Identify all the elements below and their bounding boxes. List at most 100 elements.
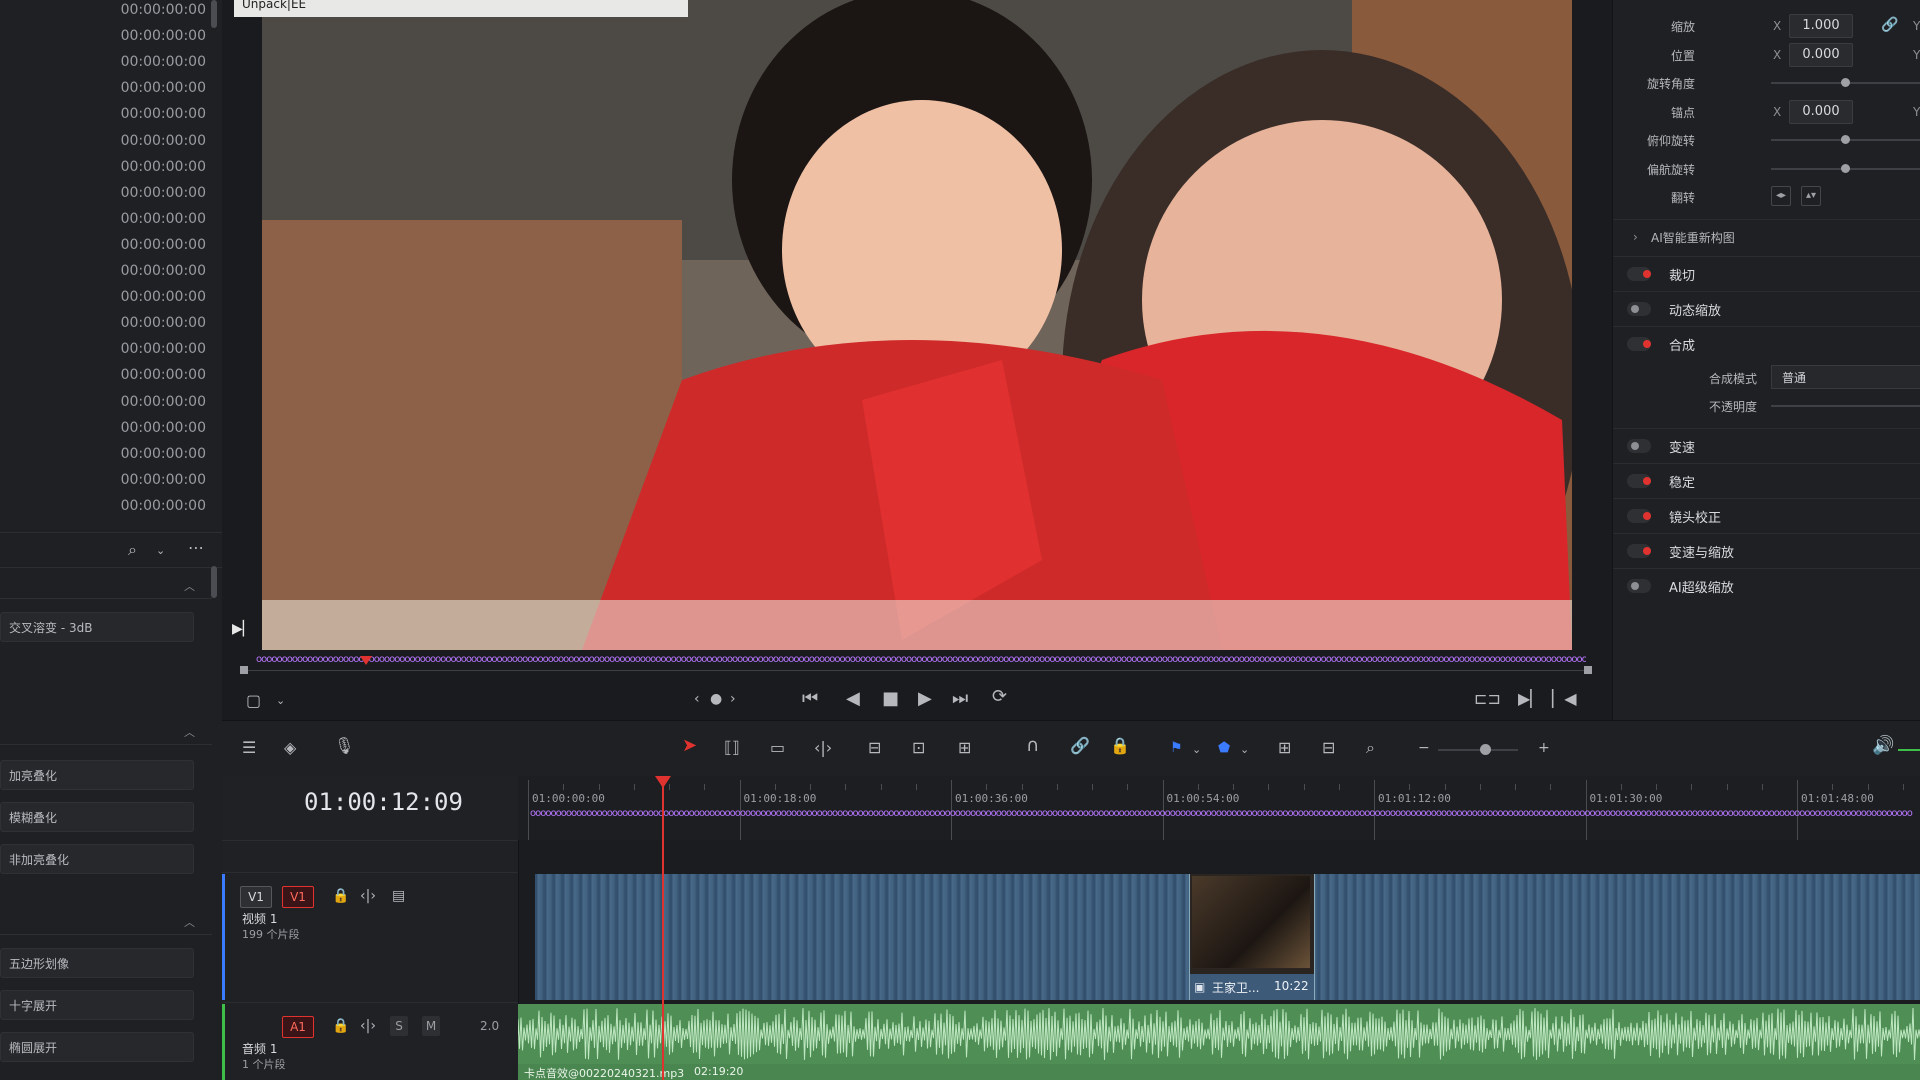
left-scrollbar[interactable] (211, 0, 217, 28)
inspector-section[interactable]: 裁切 (1613, 256, 1920, 291)
playhead-line[interactable] (662, 776, 664, 1080)
destination-track-v1[interactable]: V1 (282, 886, 314, 908)
yaw-slider-knob[interactable] (1841, 164, 1850, 173)
mute-button[interactable]: M (422, 1016, 440, 1036)
viewer-playhead[interactable] (360, 656, 372, 665)
dynamic-trim-icon[interactable]: ▭ (770, 739, 785, 757)
blade-tool-icon[interactable]: ‹|› (814, 739, 832, 757)
chevron-down-icon[interactable]: ⌄ (276, 692, 285, 710)
next-frame-icon[interactable]: ▶▏ (232, 620, 254, 638)
timeline-options-icon[interactable]: ☰ (242, 739, 256, 757)
more-options-icon[interactable]: ⋯ (188, 539, 204, 557)
effect-item[interactable]: 五边形划像 (0, 948, 194, 978)
viewer-scrubber[interactable]: oooooooooooooooooooooooooooooooooooooooo… (240, 650, 1592, 678)
lock-icon[interactable]: 🔒 (332, 1017, 349, 1035)
zoom-detail-icon[interactable]: ⊟ (1322, 739, 1335, 757)
in-point-handle[interactable] (240, 666, 248, 674)
flag-icon[interactable]: ⚑ (1170, 739, 1183, 757)
flip-horizontal-icon[interactable]: ◂▸ (1771, 186, 1791, 206)
effects-scrollbar[interactable] (211, 566, 217, 598)
keyframe-icon[interactable]: ◈ (284, 739, 296, 757)
zoom-slider-knob[interactable] (1480, 744, 1491, 755)
collapse-caret-icon[interactable]: ︿ (184, 914, 195, 930)
match-frame-icon[interactable]: ⊏⊐ (1474, 690, 1501, 708)
flip-vertical-icon[interactable]: ▴▾ (1801, 186, 1821, 206)
play-reverse-icon[interactable]: ◀ (846, 690, 860, 708)
replace-clip-icon[interactable]: ⊞ (958, 739, 971, 757)
rotation-slider-knob[interactable] (1841, 78, 1850, 87)
jog-left-icon[interactable]: ‹ (694, 690, 700, 708)
audio-track-clip[interactable]: 卡点音效@00220240321.mp3 02:19:20 (518, 1004, 1920, 1080)
stop-icon[interactable]: ■ (882, 690, 899, 708)
play-icon[interactable]: ▶ (918, 690, 932, 708)
pitch-slider-knob[interactable] (1841, 135, 1850, 144)
zoom-in-icon[interactable]: + (1538, 739, 1550, 757)
previous-edit-icon[interactable]: ▏◀ (1552, 690, 1577, 708)
chevron-down-icon[interactable]: ⌄ (1192, 741, 1201, 759)
lock-icon[interactable]: 🔒 (332, 887, 349, 905)
anchor-x-field[interactable]: 0.000 (1789, 100, 1853, 124)
effect-item[interactable]: 加亮叠化 (0, 760, 194, 790)
ruler-minor-tick (1021, 784, 1023, 790)
ai-reframe-section[interactable]: › AI智能重新构图 (1613, 219, 1920, 254)
insert-clip-icon[interactable]: ⊟ (868, 739, 881, 757)
crop-tool-icon[interactable]: ▢ (246, 692, 261, 710)
selection-tool-icon[interactable]: ➤ (682, 737, 697, 755)
video-track-clips[interactable]: ▣ 王家卫... 10:22 (535, 874, 1920, 1000)
trim-tool-icon[interactable]: ⟦⟧ (724, 739, 740, 757)
zoom-slider[interactable] (1438, 749, 1518, 751)
position-lock-icon[interactable]: 🔒 (1110, 737, 1130, 755)
collapse-caret-icon[interactable]: ︿ (184, 578, 195, 594)
auto-select-icon[interactable]: ‹|› (360, 1017, 376, 1035)
search-icon[interactable]: ⌕ (128, 541, 137, 559)
inspector-section[interactable]: AI超级缩放 (1613, 568, 1920, 603)
inspector-section[interactable]: 动态缩放 (1613, 291, 1920, 326)
chevron-down-icon[interactable]: ⌄ (1240, 741, 1249, 759)
marker-icon[interactable]: ⬟ (1218, 739, 1230, 757)
destination-track-a1[interactable]: A1 (282, 1016, 314, 1038)
overwrite-clip-icon[interactable]: ⊡ (912, 739, 925, 757)
zoom-full-icon[interactable]: ⊞ (1278, 739, 1291, 757)
inspector-section[interactable]: 镜头校正 (1613, 498, 1920, 533)
loop-icon[interactable]: ⟳ (992, 688, 1007, 706)
inspector-section[interactable]: 变速与缩放 (1613, 533, 1920, 568)
effect-item[interactable]: 非加亮叠化 (0, 844, 194, 874)
video-clip-selected[interactable]: ▣ 王家卫... 10:22 (1189, 874, 1315, 1000)
track-display-icon[interactable]: ▤ (392, 887, 405, 905)
effect-item[interactable]: 模糊叠化 (0, 802, 194, 832)
timeline-timecode[interactable]: 01:00:12:09 (304, 788, 463, 816)
inspector-section[interactable]: 稳定 (1613, 463, 1920, 498)
snapping-icon[interactable]: ∩ (1026, 737, 1039, 755)
skip-to-start-icon[interactable]: ⏮ (802, 690, 818, 708)
collapse-caret-icon[interactable]: ︿ (184, 724, 195, 740)
jog-dot-icon[interactable]: ● (710, 690, 722, 708)
source-track-v1[interactable]: V1 (240, 886, 272, 908)
linked-selection-icon[interactable]: 🔗 (1070, 737, 1090, 755)
clip-timecode: 00:00:00:00 (120, 80, 206, 97)
jog-right-icon[interactable]: › (730, 690, 736, 708)
zoom-custom-icon[interactable]: ⌕ (1366, 739, 1375, 757)
volume-icon[interactable]: 🔊 (1872, 737, 1894, 755)
composite-mode-select[interactable]: 普通 (1771, 365, 1920, 389)
playhead-handle[interactable] (655, 776, 671, 788)
inspector-section[interactable]: 合成 (1613, 326, 1920, 361)
zoom-out-icon[interactable]: − (1418, 739, 1430, 757)
auto-select-icon[interactable]: ‹|› (360, 887, 376, 905)
link-icon[interactable]: 🔗 (1881, 16, 1898, 34)
microphone-icon[interactable]: 🎙 (334, 737, 354, 755)
effect-item[interactable]: 十字展开 (0, 990, 194, 1020)
zoom-y-label: Y (1913, 19, 1920, 33)
position-x-field[interactable]: 0.000 (1789, 43, 1853, 67)
next-edit-icon[interactable]: ▶▏ (1518, 690, 1543, 708)
out-point-handle[interactable] (1584, 666, 1592, 674)
zoom-x-field[interactable]: 1.000 (1789, 14, 1853, 38)
solo-button[interactable]: S (390, 1016, 408, 1036)
effect-item[interactable]: 椭圆展开 (0, 1032, 194, 1062)
opacity-slider[interactable] (1771, 405, 1920, 407)
video-frame[interactable] (262, 0, 1572, 650)
skip-to-end-icon[interactable]: ⏭ (952, 690, 968, 708)
chevron-down-icon[interactable]: ⌄ (156, 542, 165, 560)
inspector-section[interactable]: 变速 (1613, 428, 1920, 463)
opacity-label: 不透明度 (1709, 400, 1758, 414)
effect-item[interactable]: 交叉溶变 - 3dB (0, 612, 194, 642)
